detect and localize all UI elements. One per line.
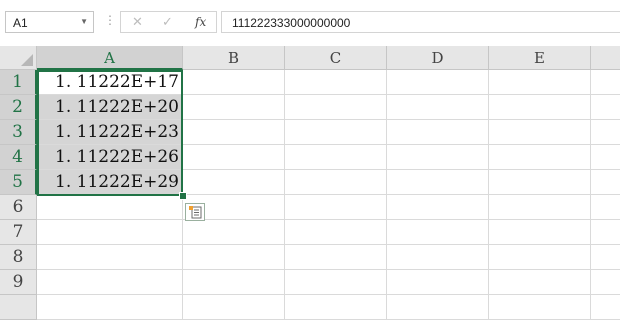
- cell-b4[interactable]: [183, 145, 285, 170]
- chevron-down-icon[interactable]: ▼: [80, 17, 88, 26]
- cell-e4[interactable]: [489, 145, 591, 170]
- enter-icon[interactable]: ✓: [162, 14, 173, 30]
- cell-f2[interactable]: [591, 95, 620, 120]
- formula-buttons: ✕ ✓ fx: [120, 11, 217, 33]
- column-header-c[interactable]: C: [285, 46, 387, 70]
- cell-c3[interactable]: [285, 120, 387, 145]
- cell-d5[interactable]: [387, 170, 489, 195]
- cell-f7[interactable]: [591, 220, 620, 245]
- cell-a1-value: 1. 11222E+17: [55, 72, 179, 92]
- row-header-8[interactable]: 8: [0, 245, 37, 270]
- cell-e6[interactable]: [489, 195, 591, 220]
- cell-a3-value: 1. 11222E+23: [55, 122, 179, 142]
- cell-c10[interactable]: [285, 295, 387, 320]
- cell-f9[interactable]: [591, 270, 620, 295]
- worksheet-grid: A B C D E 1 2 3 4 5 6 7 8 9 1. 11222E+17…: [0, 46, 620, 320]
- cell-c5[interactable]: [285, 170, 387, 195]
- cell-c9[interactable]: [285, 270, 387, 295]
- cell-b10[interactable]: [183, 295, 285, 320]
- fill-handle[interactable]: [179, 192, 187, 200]
- cell-b5[interactable]: [183, 170, 285, 195]
- cell-b8[interactable]: [183, 245, 285, 270]
- select-all-triangle-icon: [21, 54, 33, 66]
- column-header-b[interactable]: B: [183, 46, 285, 70]
- cell-c4[interactable]: [285, 145, 387, 170]
- cell-a9[interactable]: [37, 270, 183, 295]
- cell-f3[interactable]: [591, 120, 620, 145]
- cell-c6[interactable]: [285, 195, 387, 220]
- name-box-value: A1: [13, 16, 28, 30]
- cell-a2[interactable]: 1. 11222E+20: [37, 95, 183, 120]
- cell-e10[interactable]: [489, 295, 591, 320]
- row-header-4[interactable]: 4: [0, 145, 37, 170]
- cell-e3[interactable]: [489, 120, 591, 145]
- cell-f4[interactable]: [591, 145, 620, 170]
- cell-a5-value: 1. 11222E+29: [55, 172, 179, 192]
- row-header-10[interactable]: [0, 295, 37, 320]
- cell-b3[interactable]: [183, 120, 285, 145]
- cell-e5[interactable]: [489, 170, 591, 195]
- cell-c8[interactable]: [285, 245, 387, 270]
- row-header-5[interactable]: 5: [0, 170, 37, 195]
- cell-c7[interactable]: [285, 220, 387, 245]
- cell-f8[interactable]: [591, 245, 620, 270]
- cell-a1[interactable]: 1. 11222E+17: [37, 70, 183, 95]
- cell-f5[interactable]: [591, 170, 620, 195]
- cell-f1[interactable]: [591, 70, 620, 95]
- column-header-a[interactable]: A: [37, 46, 183, 70]
- cancel-icon[interactable]: ✕: [132, 14, 143, 30]
- cell-d3[interactable]: [387, 120, 489, 145]
- quick-analysis-button[interactable]: [185, 203, 205, 221]
- cell-d9[interactable]: [387, 270, 489, 295]
- cell-e8[interactable]: [489, 245, 591, 270]
- formula-bar: A1 ▼ ⋮ ✕ ✓ fx 111222333000000000: [0, 0, 620, 46]
- formula-input-value: 111222333000000000: [232, 16, 351, 30]
- cell-d4[interactable]: [387, 145, 489, 170]
- cell-e7[interactable]: [489, 220, 591, 245]
- select-all-button[interactable]: [0, 46, 37, 70]
- cell-e2[interactable]: [489, 95, 591, 120]
- cell-d2[interactable]: [387, 95, 489, 120]
- quick-analysis-icon: [189, 206, 202, 219]
- cell-b2[interactable]: [183, 95, 285, 120]
- column-header-e[interactable]: E: [489, 46, 591, 70]
- cell-a7[interactable]: [37, 220, 183, 245]
- cell-c1[interactable]: [285, 70, 387, 95]
- cell-a8[interactable]: [37, 245, 183, 270]
- row-header-3[interactable]: 3: [0, 120, 37, 145]
- insert-function-button[interactable]: fx: [195, 15, 206, 29]
- column-header-f[interactable]: [591, 46, 620, 70]
- cell-f10[interactable]: [591, 295, 620, 320]
- cell-b9[interactable]: [183, 270, 285, 295]
- row-header-1[interactable]: 1: [0, 70, 37, 95]
- row-header-6[interactable]: 6: [0, 195, 37, 220]
- cell-a10[interactable]: [37, 295, 183, 320]
- cell-e1[interactable]: [489, 70, 591, 95]
- cell-d7[interactable]: [387, 220, 489, 245]
- formula-input[interactable]: 111222333000000000: [221, 11, 620, 33]
- cell-a5[interactable]: 1. 11222E+29: [37, 170, 183, 195]
- cell-e9[interactable]: [489, 270, 591, 295]
- cell-a6[interactable]: [37, 195, 183, 220]
- cell-a4[interactable]: 1. 11222E+26: [37, 145, 183, 170]
- row-header-2[interactable]: 2: [0, 95, 37, 120]
- cell-b1[interactable]: [183, 70, 285, 95]
- cell-a3[interactable]: 1. 11222E+23: [37, 120, 183, 145]
- cell-d1[interactable]: [387, 70, 489, 95]
- column-header-d[interactable]: D: [387, 46, 489, 70]
- row-header-7[interactable]: 7: [0, 220, 37, 245]
- cell-b7[interactable]: [183, 220, 285, 245]
- formula-bar-separator[interactable]: ⋮: [104, 14, 116, 26]
- name-box[interactable]: A1 ▼: [5, 11, 94, 33]
- cell-a2-value: 1. 11222E+20: [55, 97, 179, 117]
- cell-a4-value: 1. 11222E+26: [55, 147, 179, 167]
- cell-d6[interactable]: [387, 195, 489, 220]
- cell-d10[interactable]: [387, 295, 489, 320]
- cell-f6[interactable]: [591, 195, 620, 220]
- cell-d8[interactable]: [387, 245, 489, 270]
- row-header-9[interactable]: 9: [0, 270, 37, 295]
- cell-c2[interactable]: [285, 95, 387, 120]
